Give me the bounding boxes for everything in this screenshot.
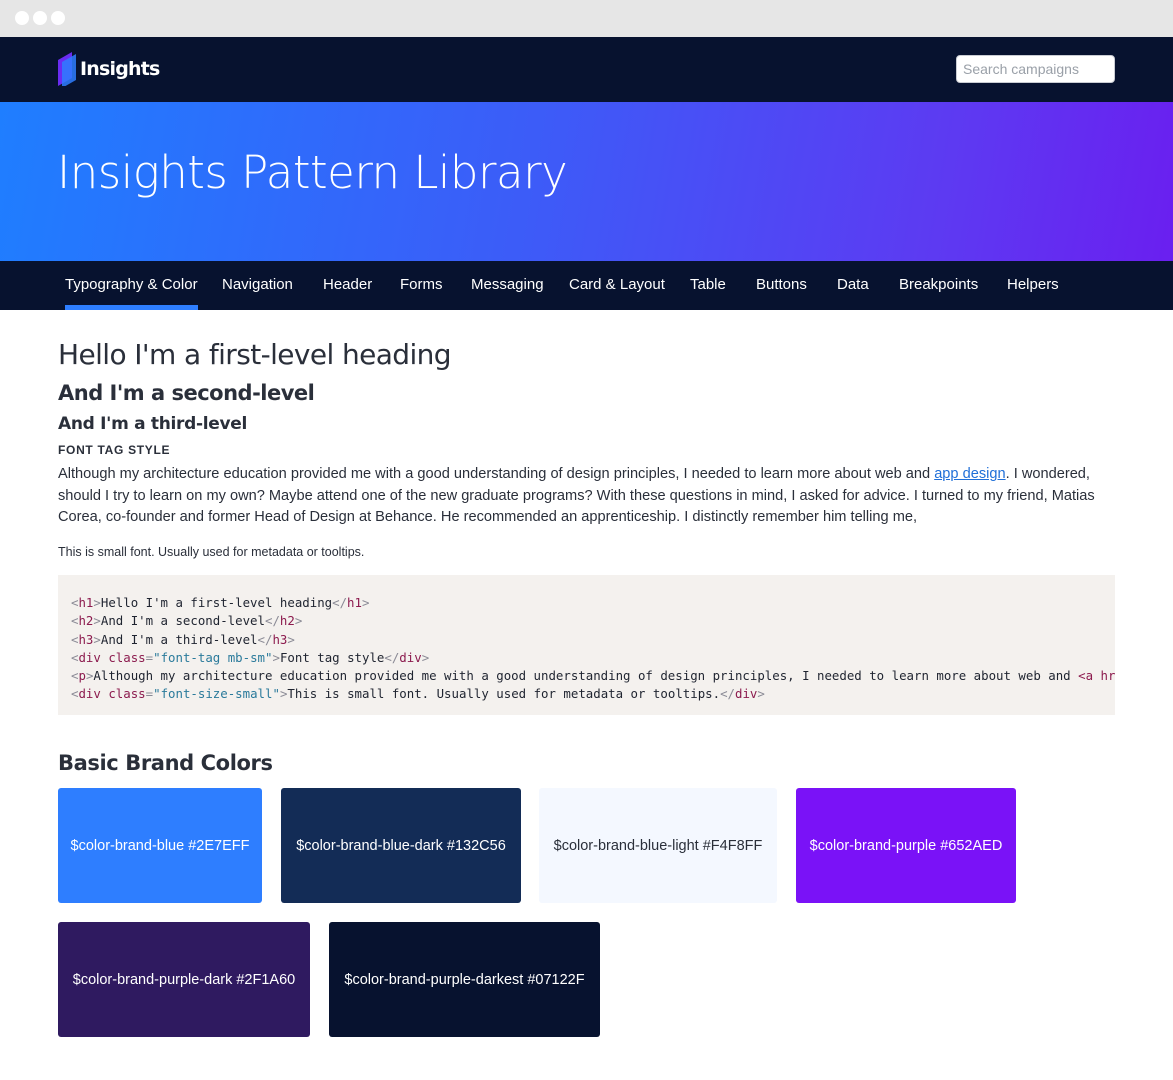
tab-messaging[interactable]: Messaging [471,261,544,310]
color-swatch-brand-purple-dark: $color-brand-purple-dark #2F1A60 [58,922,310,1037]
sample-h1: Hello I'm a first-level heading [58,338,452,371]
code-line: <div class="font-tag mb-sm">Font tag sty… [71,649,430,665]
swatch-label: $color-brand-purple-dark #2F1A60 [72,971,296,988]
code-line: <h3>And I'm a third-level</h3> [71,631,295,647]
search-input[interactable] [956,55,1115,83]
swatch-label: $color-brand-purple-darkest #07122F [344,971,585,988]
code-sample-block: <h1>Hello I'm a first-level heading</h1>… [58,575,1115,715]
tab-card-layout[interactable]: Card & Layout [569,261,665,310]
window-close-dot[interactable] [15,11,29,25]
window-minimize-dot[interactable] [33,11,47,25]
tab-breakpoints[interactable]: Breakpoints [899,261,978,310]
swatch-label: $color-brand-purple #652AED [809,837,1003,854]
logo[interactable]: Insights [58,52,160,86]
tab-helpers[interactable]: Helpers [1007,261,1059,310]
color-swatch-brand-blue-dark: $color-brand-blue-dark #132C56 [281,788,521,903]
tab-navigation[interactable]: Navigation [222,261,293,310]
sample-h2: And I'm a second-level [58,381,315,405]
color-swatch-brand-purple-darkest: $color-brand-purple-darkest #07122F [329,922,600,1037]
code-line: <p>Although my architecture education pr… [71,668,1115,684]
section-tab-nav: Typography & Color Navigation Header For… [0,261,1173,310]
brand-colors-heading: Basic Brand Colors [58,751,273,775]
swatch-label: $color-brand-blue #2E7EFF [70,837,250,854]
tab-data[interactable]: Data [837,261,869,310]
sample-paragraph: Although my architecture education provi… [58,464,1118,529]
hero-banner: Insights Pattern Library [0,102,1173,261]
swatch-label: $color-brand-blue-light #F4F8FF [553,837,763,854]
logo-icon [58,52,76,86]
paragraph-text-start: Although my architecture education provi… [58,466,935,482]
code-line: <div class="font-size-small">This is sma… [71,686,765,702]
color-swatch-brand-blue: $color-brand-blue #2E7EFF [58,788,262,903]
code-line: <h2>And I'm a second-level</h2> [71,613,303,629]
code-line: <h1>Hello I'm a first-level heading</h1> [71,595,370,610]
tab-header[interactable]: Header [323,261,372,310]
app-design-link[interactable]: app design [934,466,1005,482]
tab-table[interactable]: Table [690,261,726,310]
top-header: Insights [0,37,1173,102]
tab-typography-color[interactable]: Typography & Color [65,261,198,310]
color-swatch-brand-blue-light: $color-brand-blue-light #F4F8FF [539,788,777,903]
color-swatch-brand-purple: $color-brand-purple #652AED [796,788,1016,903]
sample-font-tag: Font tag style [58,443,171,457]
tab-forms[interactable]: Forms [400,261,443,310]
browser-chrome [0,0,1173,37]
page-title: Insights Pattern Library [57,146,568,199]
logo-text: Insights [80,58,160,80]
sample-h3: And I'm a third-level [58,414,248,434]
swatch-label: $color-brand-blue-dark #132C56 [296,837,506,854]
tab-buttons[interactable]: Buttons [756,261,807,310]
sample-small-text: This is small font. Usually used for met… [58,545,365,559]
window-maximize-dot[interactable] [51,11,65,25]
